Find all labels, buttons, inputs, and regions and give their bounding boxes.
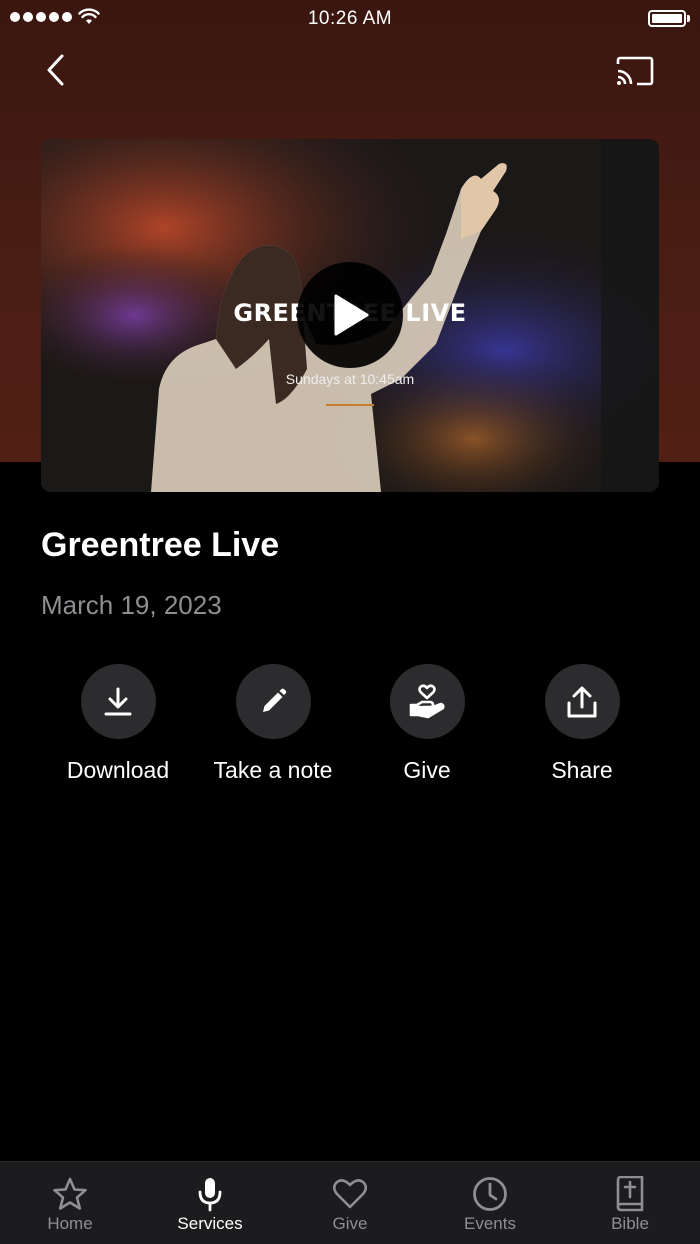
tab-services-label: Services xyxy=(177,1214,243,1233)
cast-button[interactable] xyxy=(612,50,658,92)
give-label: Give xyxy=(403,757,451,783)
tab-events[interactable]: Events xyxy=(420,1162,560,1244)
hand-heart-icon xyxy=(409,683,445,718)
give-button[interactable]: Give xyxy=(347,664,507,784)
download-label: Download xyxy=(66,757,170,783)
video-player[interactable]: GREENTREE LIVE Sundays at 10:45am xyxy=(41,139,659,492)
battery-icon xyxy=(648,10,690,27)
video-accent-line xyxy=(326,404,374,406)
tab-bar: Home Services Give Events Bible xyxy=(0,1161,700,1244)
clock-icon xyxy=(473,1177,507,1211)
pencil-icon xyxy=(263,688,287,712)
take-a-note-label: Take a note xyxy=(213,757,333,783)
share-button[interactable]: Share xyxy=(502,664,662,784)
cast-icon xyxy=(616,56,654,86)
action-buttons: Download Take a note Give Share xyxy=(0,664,700,794)
tab-events-label: Events xyxy=(464,1214,516,1233)
heart-icon xyxy=(332,1179,368,1209)
share-label: Share xyxy=(551,757,613,783)
status-bar: 10:26 AM xyxy=(0,0,700,36)
tab-give[interactable]: Give xyxy=(280,1162,420,1244)
sermon-title: Greentree Live xyxy=(41,526,280,564)
tab-bible-label: Bible xyxy=(611,1214,649,1233)
bible-icon xyxy=(616,1176,644,1212)
back-button[interactable] xyxy=(36,48,76,92)
tab-home-label: Home xyxy=(47,1214,93,1233)
tab-bible[interactable]: Bible xyxy=(560,1162,700,1244)
play-icon xyxy=(334,294,369,336)
download-icon xyxy=(104,687,132,715)
sermon-date: March 19, 2023 xyxy=(41,590,222,620)
take-a-note-button[interactable]: Take a note xyxy=(193,664,353,784)
status-time: 10:26 AM xyxy=(307,8,393,29)
video-subtitle: Sundays at 10:45am xyxy=(285,371,415,387)
play-button[interactable] xyxy=(297,262,403,368)
microphone-icon xyxy=(198,1178,222,1212)
download-button[interactable]: Download xyxy=(38,664,198,784)
tab-give-label: Give xyxy=(332,1214,368,1233)
tab-home[interactable]: Home xyxy=(0,1162,140,1244)
tab-services[interactable]: Services xyxy=(140,1162,280,1244)
star-icon xyxy=(53,1177,87,1210)
chevron-left-icon xyxy=(47,54,64,86)
share-icon xyxy=(567,686,597,717)
